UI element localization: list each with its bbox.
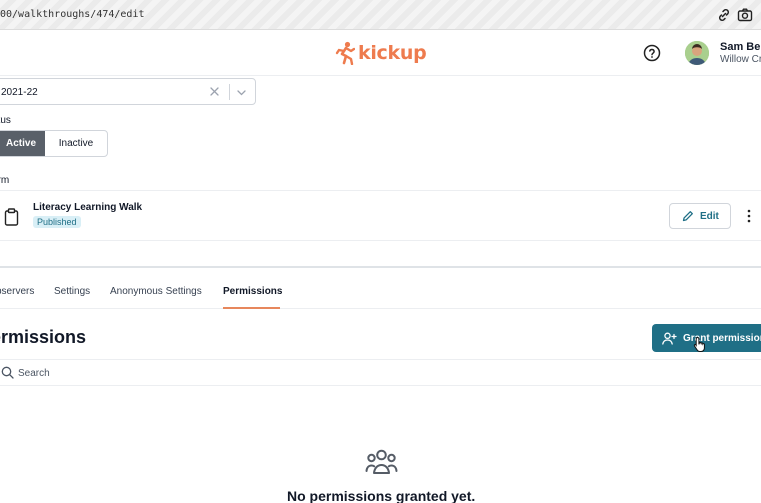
form-title: Literacy Learning Walk [33, 202, 143, 213]
status-active-button[interactable]: Active [0, 131, 45, 156]
status-toggle: Active Inactive [0, 130, 108, 157]
browser-url-bar[interactable]: 00/walkthroughs/474/edit [0, 0, 761, 30]
hand-cursor-icon [693, 336, 705, 352]
school-year-select[interactable]: 2021-22 [0, 78, 256, 105]
search-input[interactable] [18, 364, 718, 382]
user-name[interactable]: Sam Ber [720, 41, 761, 53]
runner-icon [335, 41, 355, 65]
page-title: ermissions [0, 327, 87, 347]
edit-label: Edit [700, 210, 719, 222]
select-separator [229, 84, 230, 100]
clear-icon[interactable] [209, 86, 220, 97]
search-row [0, 359, 761, 386]
form-row: Literacy Learning Walk Published Edit [0, 190, 761, 241]
school-year-value: 2021-22 [1, 87, 38, 98]
clipboard-icon [4, 208, 19, 226]
tab-permissions[interactable]: Permissions [223, 286, 282, 297]
user-photo-icon [685, 41, 709, 65]
add-user-icon [662, 332, 677, 345]
tab-settings[interactable]: Settings [54, 286, 90, 297]
tab-anonymous-settings[interactable]: Anonymous Settings [110, 286, 202, 297]
more-options-icon[interactable] [744, 208, 754, 224]
avatar[interactable] [685, 41, 709, 65]
users-group-icon [365, 449, 398, 474]
app-header: kickup Sam Ber Willow Cr [0, 30, 761, 76]
edit-form-button[interactable]: Edit [669, 203, 731, 229]
empty-state-message: No permissions granted yet. [287, 488, 476, 503]
status-inactive-button[interactable]: Inactive [45, 131, 107, 156]
tab-observers[interactable]: bservers [0, 286, 34, 297]
camera-icon[interactable] [737, 7, 753, 23]
pencil-icon [682, 211, 693, 222]
section-divider [0, 266, 761, 268]
chevron-down-icon[interactable] [236, 87, 247, 98]
url-text[interactable]: 00/walkthroughs/474/edit [0, 9, 145, 20]
kickup-logo[interactable]: kickup [335, 40, 427, 66]
tab-bar: bservers Settings Anonymous Settings Per… [0, 278, 761, 309]
search-icon [1, 366, 14, 379]
logo-text: kickup [358, 42, 427, 64]
help-icon[interactable] [643, 44, 661, 62]
status-label: atus [0, 115, 11, 126]
link-icon[interactable] [716, 7, 732, 23]
active-tab-indicator [223, 307, 280, 309]
status-badge: Published [33, 216, 81, 228]
form-section-label: orm [0, 175, 10, 186]
user-org: Willow Cr [720, 54, 761, 65]
